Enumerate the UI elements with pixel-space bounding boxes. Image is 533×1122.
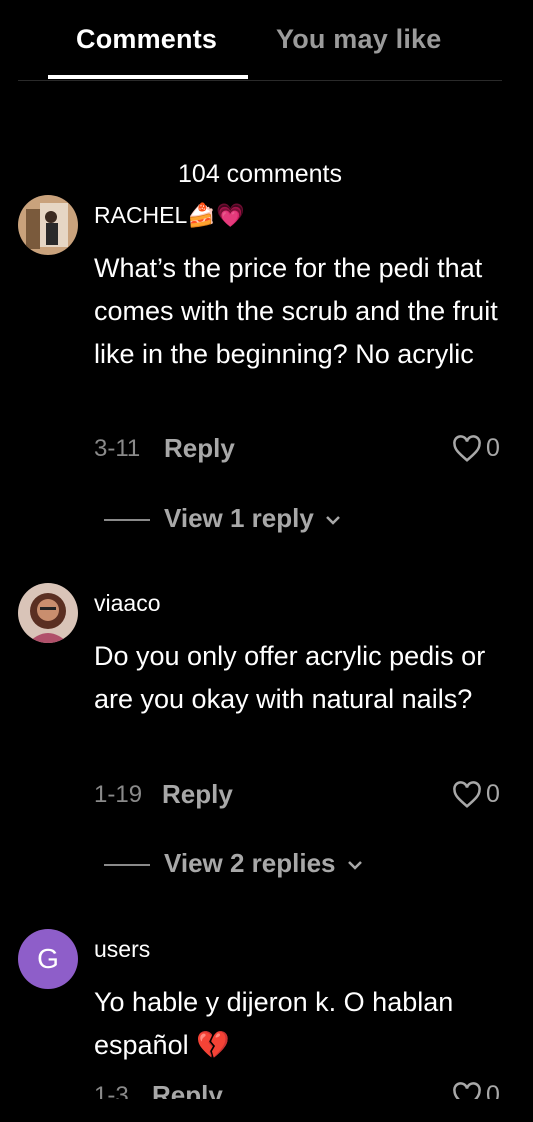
avatar-image bbox=[18, 195, 78, 255]
avatar[interactable]: G bbox=[18, 929, 78, 989]
comment-text: Yo hable y dijeron k. O hablan español 💔 bbox=[94, 987, 454, 1060]
like-count: 0 bbox=[486, 434, 500, 462]
reply-button[interactable]: Reply bbox=[164, 433, 235, 464]
comment-username[interactable]: users bbox=[94, 936, 150, 963]
comment-username[interactable]: RACHEL🍰💗 bbox=[94, 202, 245, 229]
comment-date: 1-3 bbox=[94, 1082, 129, 1099]
heart-icon[interactable] bbox=[452, 435, 482, 463]
view-replies-label: View 2 replies bbox=[164, 848, 336, 878]
divider-line bbox=[104, 519, 150, 522]
divider-line bbox=[104, 864, 150, 867]
comment-username[interactable]: viaaco bbox=[94, 590, 160, 617]
tab-comments[interactable]: Comments bbox=[76, 24, 217, 55]
like-count: 0 bbox=[486, 780, 500, 808]
like-count: 0 bbox=[486, 1081, 500, 1099]
view-replies-button[interactable]: View 2 replies bbox=[104, 848, 364, 879]
comment-count: 104 comments bbox=[178, 160, 342, 188]
reply-button[interactable]: Reply bbox=[152, 1080, 223, 1099]
heart-icon[interactable] bbox=[452, 781, 482, 809]
tab-bar: Comments You may like bbox=[18, 0, 502, 81]
comment-date: 1-19 bbox=[94, 781, 143, 808]
tab-you-may-like[interactable]: You may like bbox=[276, 24, 441, 55]
avatar[interactable] bbox=[18, 195, 78, 255]
heart-icon[interactable] bbox=[452, 1082, 482, 1099]
comment-text: What’s the price for the pedi that comes… bbox=[94, 253, 498, 369]
comment-item: G users Yo hable y dijeron k. O hablan e… bbox=[0, 929, 533, 1099]
view-replies-label: View 1 reply bbox=[164, 503, 314, 533]
comment-date: 3-11 bbox=[94, 435, 141, 462]
comment-text: Do you only offer acrylic pedis or are y… bbox=[94, 641, 486, 714]
chevron-down-icon bbox=[347, 861, 362, 870]
view-replies-button[interactable]: View 1 reply bbox=[104, 503, 342, 534]
avatar-image bbox=[18, 583, 78, 643]
avatar[interactable] bbox=[18, 583, 78, 643]
chevron-down-icon bbox=[325, 516, 340, 525]
reply-button[interactable]: Reply bbox=[162, 779, 233, 810]
active-tab-indicator bbox=[48, 75, 248, 79]
